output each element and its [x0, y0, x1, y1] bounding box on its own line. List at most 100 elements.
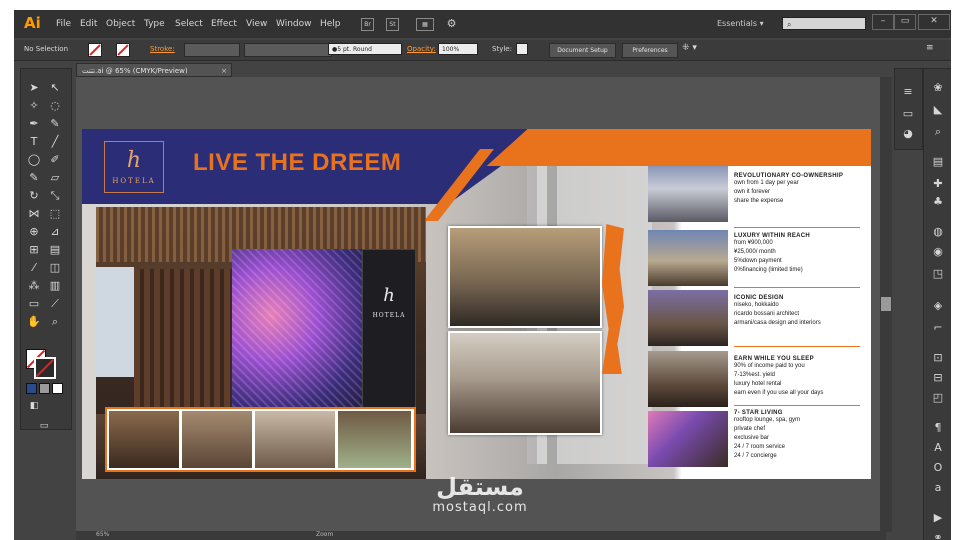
menu-window[interactable]: Window — [276, 19, 312, 29]
layers-icon[interactable]: ◈ — [930, 299, 946, 313]
hand-tool-icon[interactable]: ✋ — [27, 315, 41, 329]
search-input[interactable]: ⌕ — [782, 17, 866, 30]
artboard-tool-icon[interactable]: ▭ — [27, 297, 41, 311]
arrange-documents-icon[interactable]: ▦ — [416, 18, 434, 31]
magic-wand-tool-icon[interactable]: ✧ — [27, 99, 41, 113]
menu-view[interactable]: View — [246, 19, 267, 29]
menu-edit[interactable]: Edit — [80, 19, 97, 29]
artboards-icon[interactable]: ▭ — [900, 107, 916, 121]
menu-object[interactable]: Object — [106, 19, 135, 29]
selection-tool-icon[interactable]: ➤ — [27, 81, 41, 95]
pathfinder-icon[interactable]: ◰ — [930, 391, 946, 405]
width-tool-icon[interactable]: ⋈ — [27, 207, 41, 221]
close-tab-icon[interactable]: × — [221, 64, 227, 78]
menu-select[interactable]: Select — [175, 19, 203, 29]
scale-tool-icon[interactable]: ⤡ — [48, 189, 62, 203]
gradient-icon[interactable]: ◉ — [930, 245, 946, 259]
asset-export-icon[interactable]: ⚭ — [930, 531, 946, 540]
feature-block-3: ICONIC DESIGN niseko, hokkaido ricardo b… — [734, 295, 866, 328]
column-graph-tool-icon[interactable]: ▥ — [48, 279, 62, 293]
fill-color-swatch[interactable] — [88, 43, 102, 57]
direct-selection-tool-icon[interactable]: ↖ — [48, 81, 62, 95]
stroke-swatch[interactable] — [34, 357, 56, 379]
stroke-color-swatch[interactable] — [116, 43, 130, 57]
variable-width-profile[interactable] — [244, 43, 332, 57]
screen-mode-icon[interactable]: ▭ — [37, 419, 51, 433]
symbols-icon[interactable]: ▤ — [930, 155, 946, 169]
artboard[interactable]: h HOTELA LIVE THE DREEM h HOTELA REVOLUT… — [82, 129, 871, 479]
eyedropper-tool-icon[interactable]: ⁄ — [27, 261, 41, 275]
transparency-icon[interactable]: ◍ — [930, 225, 946, 239]
status-text[interactable]: Zoom — [316, 531, 333, 538]
document-tab[interactable]: تتتت.ai @ 65% (CMYK/Preview) × — [76, 63, 232, 77]
gradient-tool-icon[interactable]: ▤ — [48, 243, 62, 257]
stroke-weight-field[interactable] — [184, 43, 240, 57]
close-button[interactable]: ✕ — [918, 14, 950, 30]
mesh-tool-icon[interactable]: ⊞ — [27, 243, 41, 257]
properties-icon[interactable]: ≡ — [900, 85, 916, 99]
graphic-style-swatch[interactable] — [516, 43, 528, 55]
feature-line: ricardo bossani architect — [734, 311, 800, 317]
menu-file[interactable]: File — [56, 19, 71, 29]
stroke-panel-icon[interactable]: ◳ — [930, 267, 946, 281]
glyphs-icon[interactable]: a — [930, 481, 946, 495]
slice-tool-icon[interactable]: ⟋ — [48, 297, 62, 311]
type-tool-icon[interactable]: T — [27, 135, 41, 149]
rotate-tool-icon[interactable]: ↻ — [27, 189, 41, 203]
preferences-button[interactable]: Preferences — [622, 43, 678, 58]
minimize-button[interactable]: – — [872, 14, 894, 30]
character-icon[interactable]: A — [930, 441, 946, 455]
line-tool-icon[interactable]: ╱ — [48, 135, 62, 149]
brush-definition-select[interactable]: ● 5 pt. Round — [328, 43, 402, 55]
color-icon[interactable]: ❀ — [930, 81, 946, 95]
opacity-label[interactable]: Opacity: — [407, 45, 436, 53]
gradient-mode-icon[interactable] — [39, 383, 50, 394]
eraser-tool-icon[interactable]: ▱ — [48, 171, 62, 185]
zoom-level[interactable]: 65% — [96, 531, 109, 538]
shaper-tool-icon[interactable]: ✎ — [27, 171, 41, 185]
stock-icon[interactable]: St — [386, 18, 399, 31]
curvature-tool-icon[interactable]: ✎ — [48, 117, 62, 131]
zoom-tool-icon[interactable]: ⌕ — [48, 315, 62, 329]
actions-icon[interactable]: ▶ — [930, 511, 946, 525]
menu-effect[interactable]: Effect — [211, 19, 237, 29]
ellipse-tool-icon[interactable]: ◯ — [27, 153, 41, 167]
paragraph-icon[interactable]: ¶ — [930, 421, 946, 435]
menu-help[interactable]: Help — [320, 19, 341, 29]
stroke-label[interactable]: Stroke: — [150, 45, 175, 53]
lobby-window — [96, 267, 134, 377]
appearance-icon[interactable]: ♣ — [930, 195, 946, 209]
blend-tool-icon[interactable]: ◫ — [48, 261, 62, 275]
transform-icon[interactable]: ⊡ — [930, 351, 946, 365]
color-guide-icon[interactable]: ◕ — [900, 127, 916, 141]
opentype-icon[interactable]: O — [930, 461, 946, 475]
lasso-tool-icon[interactable]: ◌ — [48, 99, 62, 113]
panel-menu-icon[interactable]: ≡ — [926, 43, 934, 53]
brushes-icon[interactable]: ⌕ — [930, 125, 946, 139]
paintbrush-tool-icon[interactable]: ✐ — [48, 153, 62, 167]
links-icon[interactable]: ⌐ — [930, 321, 946, 335]
restore-button[interactable]: ▭ — [894, 14, 916, 30]
strip-image-2 — [182, 411, 252, 468]
headline: LIVE THE DREEM — [193, 149, 402, 176]
align-icon[interactable]: ⊟ — [930, 371, 946, 385]
lobby-thumbnail — [648, 411, 728, 467]
workspace-switcher[interactable]: Essentials ▾ — [717, 19, 764, 28]
free-transform-tool-icon[interactable]: ⬚ — [48, 207, 62, 221]
color-mode-icon[interactable] — [26, 383, 37, 394]
gpu-performance-icon[interactable]: ⚙ — [446, 18, 457, 29]
opacity-field[interactable]: 100% — [438, 43, 478, 55]
menu-type[interactable]: Type — [144, 19, 165, 29]
swatches-icon[interactable]: ◣ — [930, 103, 946, 117]
none-mode-icon[interactable] — [52, 383, 63, 394]
arrange-icon[interactable]: ⁜ ▾ — [682, 43, 697, 53]
document-setup-button[interactable]: Document Setup — [549, 43, 616, 58]
symbol-sprayer-tool-icon[interactable]: ⁂ — [27, 279, 41, 293]
bridge-icon[interactable]: Br — [361, 18, 374, 31]
graphic-styles-icon[interactable]: ✚ — [930, 177, 946, 191]
shape-builder-tool-icon[interactable]: ⊕ — [27, 225, 41, 239]
vertical-scroll-thumb[interactable] — [881, 297, 891, 311]
draw-mode-icon[interactable]: ◧ — [27, 399, 41, 413]
perspective-grid-tool-icon[interactable]: ⊿ — [48, 225, 62, 239]
pen-tool-icon[interactable]: ✒ — [27, 117, 41, 131]
